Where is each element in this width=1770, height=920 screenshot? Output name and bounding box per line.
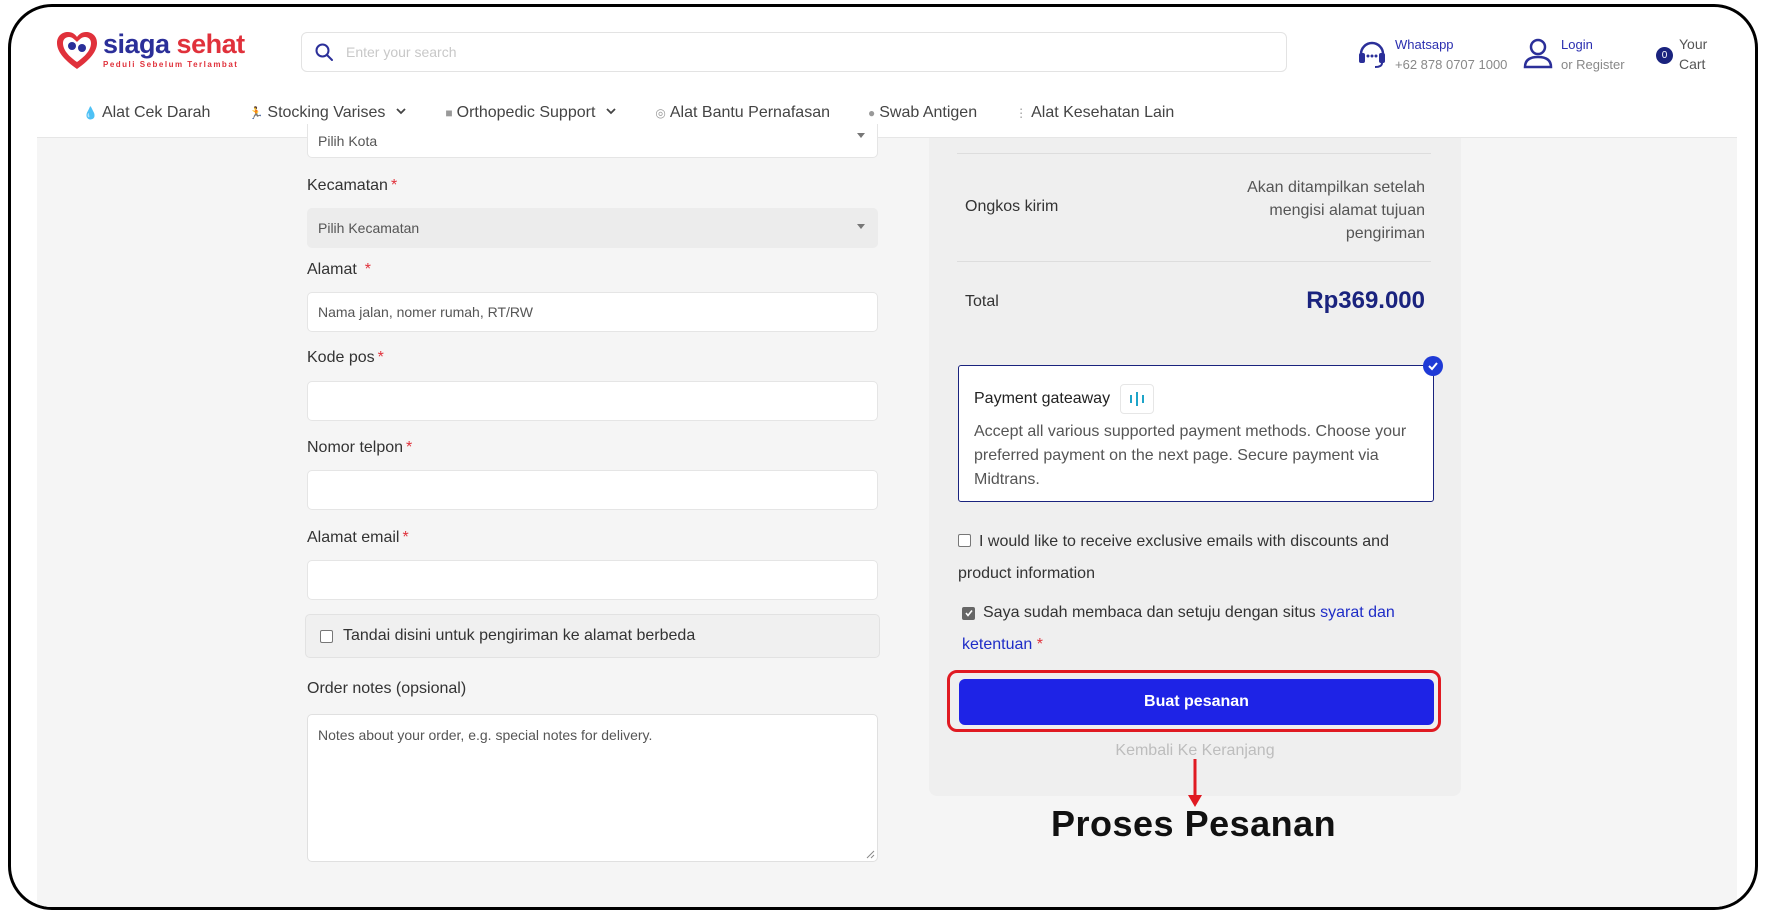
nav-item-alat-kesehatan-lain[interactable]: ⋮ Alat Kesehatan Lain xyxy=(1015,104,1174,122)
summary-divider xyxy=(957,153,1431,154)
category-nav: 💧 Alat Cek Darah 🏃 Stocking Varises ■ Or… xyxy=(83,104,1174,122)
logo-tagline: Peduli Sebelum Terlambat xyxy=(103,60,239,69)
user-icon xyxy=(1521,36,1555,75)
nav-item-stocking-varises[interactable]: 🏃 Stocking Varises xyxy=(248,104,407,122)
kodepos-label: Kode pos * xyxy=(307,349,384,366)
search-bar[interactable] xyxy=(301,32,1287,72)
nav-item-alat-cek-darah[interactable]: 💧 Alat Cek Darah xyxy=(83,104,210,122)
heart-logo-icon xyxy=(57,32,97,69)
back-to-cart-link[interactable]: Kembali Ke Keranjang xyxy=(929,742,1461,760)
cart-label-line1: Your xyxy=(1679,36,1708,52)
chevron-down-icon xyxy=(599,104,617,122)
newsletter-option[interactable]: I would like to receive exclusive emails… xyxy=(958,526,1434,590)
total-value: Rp369.000 xyxy=(1306,287,1425,314)
payment-gateway-title: Payment gateaway xyxy=(974,390,1111,407)
nav-item-orthopedic-support[interactable]: ■ Orthopedic Support xyxy=(445,104,617,122)
newsletter-label: I would like to receive exclusive emails… xyxy=(958,533,1389,582)
cart-count-badge: 0 xyxy=(1656,46,1673,64)
page-background xyxy=(37,138,1737,907)
shipping-value: Akan ditampilkan setelah mengisi alamat … xyxy=(1247,179,1425,242)
site-logo[interactable]: siaga sehat Peduli Sebelum Terlambat xyxy=(55,29,245,73)
telpon-input[interactable] xyxy=(307,470,878,510)
screenshot-frame: siaga sehat Peduli Sebelum Terlambat Wha… xyxy=(8,4,1758,910)
cart-link[interactable]: 0 Your Cart xyxy=(1656,34,1707,74)
ship-different-checkbox[interactable] xyxy=(320,629,333,643)
kecamatan-select[interactable]: Pilih Kecamatan xyxy=(307,208,878,248)
register-link[interactable]: or Register xyxy=(1561,55,1625,75)
logo-wordmark: siaga sehat xyxy=(103,29,245,59)
place-order-button[interactable]: Buat pesanan xyxy=(959,679,1434,725)
whatsapp-label: Whatsapp xyxy=(1395,37,1454,52)
annotation-text: Proses Pesanan xyxy=(1051,803,1337,844)
annotation-arrow-icon xyxy=(1188,759,1202,807)
order-summary-panel: Ongkos kirim Akan ditampilkan setelah me… xyxy=(929,138,1461,796)
whatsapp-number: +62 878 0707 1000 xyxy=(1395,57,1508,72)
kota-select[interactable]: Pilih Kota xyxy=(307,124,878,158)
telpon-label: Nomor telpon * xyxy=(307,439,413,456)
login-register[interactable]: Login or Register xyxy=(1521,35,1625,75)
payment-gateway-option[interactable]: Payment gateaway Accept all various supp… xyxy=(958,356,1443,502)
brace-icon: ■ xyxy=(445,106,453,120)
headset-icon xyxy=(1355,36,1389,75)
nav-item-swab-antigen[interactable]: ● Swab Antigen xyxy=(868,104,977,122)
summary-divider xyxy=(957,261,1431,262)
payment-gateway-description: Accept all various supported payment met… xyxy=(974,423,1407,488)
nav-divider xyxy=(37,137,1737,138)
total-label: Total xyxy=(965,293,999,310)
total-row: Total Rp369.000 xyxy=(965,287,1425,323)
order-notes-label: Order notes (opsional) xyxy=(307,680,467,697)
terms-option[interactable]: Saya sudah membaca dan setuju dengan sit… xyxy=(962,597,1438,661)
login-link[interactable]: Login xyxy=(1561,35,1625,55)
more-icon: ⋮ xyxy=(1015,106,1028,120)
alamat-input[interactable]: Nama jalan, nomer rumah, RT/RW xyxy=(307,292,878,332)
shipping-row: Ongkos kirim Akan ditampilkan setelah me… xyxy=(965,176,1425,246)
select-caret-icon xyxy=(857,224,865,229)
search-icon xyxy=(315,43,333,61)
nav-item-alat-bantu-pernafasan[interactable]: ◎ Alat Bantu Pernafasan xyxy=(655,104,830,122)
mask-icon: ◎ xyxy=(655,106,666,120)
alamat-label: Alamat * xyxy=(307,261,372,278)
swab-icon: ● xyxy=(867,106,876,120)
cart-label-line2: Cart xyxy=(1679,56,1706,72)
terms-checkbox[interactable] xyxy=(962,606,975,620)
resize-handle-icon[interactable] xyxy=(865,849,875,859)
search-input[interactable] xyxy=(344,43,1248,61)
whatsapp-contact[interactable]: Whatsapp +62 878 0707 1000 xyxy=(1355,35,1507,75)
ship-different-address[interactable]: Tandai disini untuk pengiriman ke alamat… xyxy=(305,614,880,658)
select-caret-icon xyxy=(857,133,865,138)
email-label: Alamat email * xyxy=(307,529,409,546)
shipping-label: Ongkos kirim xyxy=(965,198,1059,215)
order-notes-textarea[interactable]: Notes about your order, e.g. special not… xyxy=(307,714,878,862)
midtrans-logo-icon xyxy=(1120,384,1155,414)
kecamatan-label: Kecamatan * xyxy=(307,177,398,194)
terms-label: Saya sudah membaca dan setuju dengan sit… xyxy=(983,604,1321,621)
chevron-down-icon xyxy=(389,104,407,122)
email-input[interactable] xyxy=(307,560,878,600)
selected-check-icon xyxy=(1423,356,1443,376)
newsletter-checkbox[interactable] xyxy=(958,534,971,547)
runner-icon: 🏃 xyxy=(248,106,264,120)
kodepos-input[interactable] xyxy=(307,381,878,421)
drop-icon: 💧 xyxy=(83,106,98,120)
